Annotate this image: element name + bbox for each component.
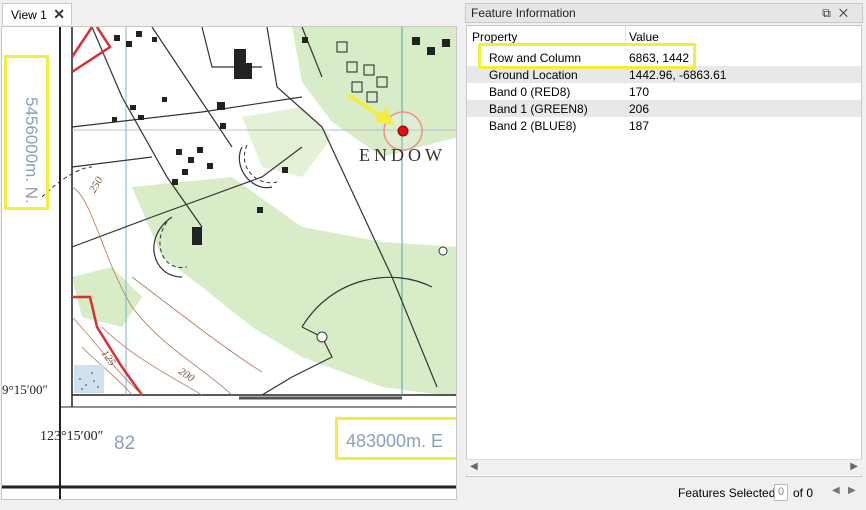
tab-label: View 1 (11, 7, 47, 22)
panel-title: Feature Information (471, 6, 576, 20)
column-header-value[interactable]: Value (629, 30, 659, 44)
total-count-label: of 0 (793, 486, 814, 500)
scroll-right-icon[interactable]: ▶ (850, 461, 858, 472)
vegetation-area (132, 177, 456, 397)
property-cell: Band 2 (BLUE8) (489, 119, 577, 133)
restore-icon[interactable]: ⧉ (822, 6, 839, 20)
table-row[interactable]: Band 1 (GREEN8) 206 (467, 100, 861, 117)
selected-count-field[interactable]: 0 (774, 484, 788, 501)
property-cell: Ground Location (489, 68, 578, 82)
latitude-label: 9°15′00″ (2, 382, 48, 397)
table-row[interactable]: Band 0 (RED8) 170 (467, 83, 861, 100)
scroll-left-icon[interactable]: ◀ (470, 461, 478, 472)
previous-feature-icon[interactable]: ◀ (832, 485, 840, 496)
northing-label: 5456000m. N. (22, 97, 41, 204)
next-feature-icon[interactable]: ▶ (848, 485, 856, 496)
row-highlight (478, 43, 696, 69)
close-icon[interactable]: ✕ (53, 6, 65, 23)
view-tab-bar: View 1 ✕ (0, 0, 462, 26)
value-cell: 1442.96, -6863.61 (629, 68, 727, 82)
longitude-label: 123°15′00″ (40, 429, 104, 444)
status-bar: Features Selected: 0 of 0 ◀ ▶ (465, 481, 863, 505)
features-selected-label: Features Selected: (678, 486, 779, 500)
easting-label: 483000m. E (346, 431, 444, 451)
table-row[interactable]: Band 2 (BLUE8) 187 (467, 117, 861, 134)
panel-controls: ⧉✕ (822, 6, 856, 21)
close-icon[interactable]: ✕ (839, 6, 856, 20)
column-header-property[interactable]: Property (472, 30, 517, 44)
value-cell: 170 (629, 85, 650, 99)
grid-number-label: 82 (114, 433, 136, 454)
value-cell: 187 (629, 119, 650, 133)
value-cell: 206 (629, 102, 650, 116)
vegetation-area (242, 107, 332, 177)
feature-grid: Property Value Row and Column 6863, 1442… (466, 25, 862, 477)
panel-title-bar: Feature Information ⧉✕ (465, 3, 863, 23)
place-label: ENDOW (359, 145, 446, 165)
feature-information-panel: Feature Information ⧉✕ Property Value Ro… (465, 3, 863, 507)
property-cell: Band 1 (GREEN8) (489, 102, 588, 116)
tab-view-1[interactable]: View 1 ✕ (2, 3, 72, 25)
map-view[interactable]: ENDOW 123°15′00″ 9°15′00″ 250 125 200 82… (1, 26, 457, 500)
horizontal-scrollbar[interactable]: ◀ ▶ (466, 459, 862, 475)
property-cell: Band 0 (RED8) (489, 85, 571, 99)
red-point-marker (397, 125, 409, 137)
